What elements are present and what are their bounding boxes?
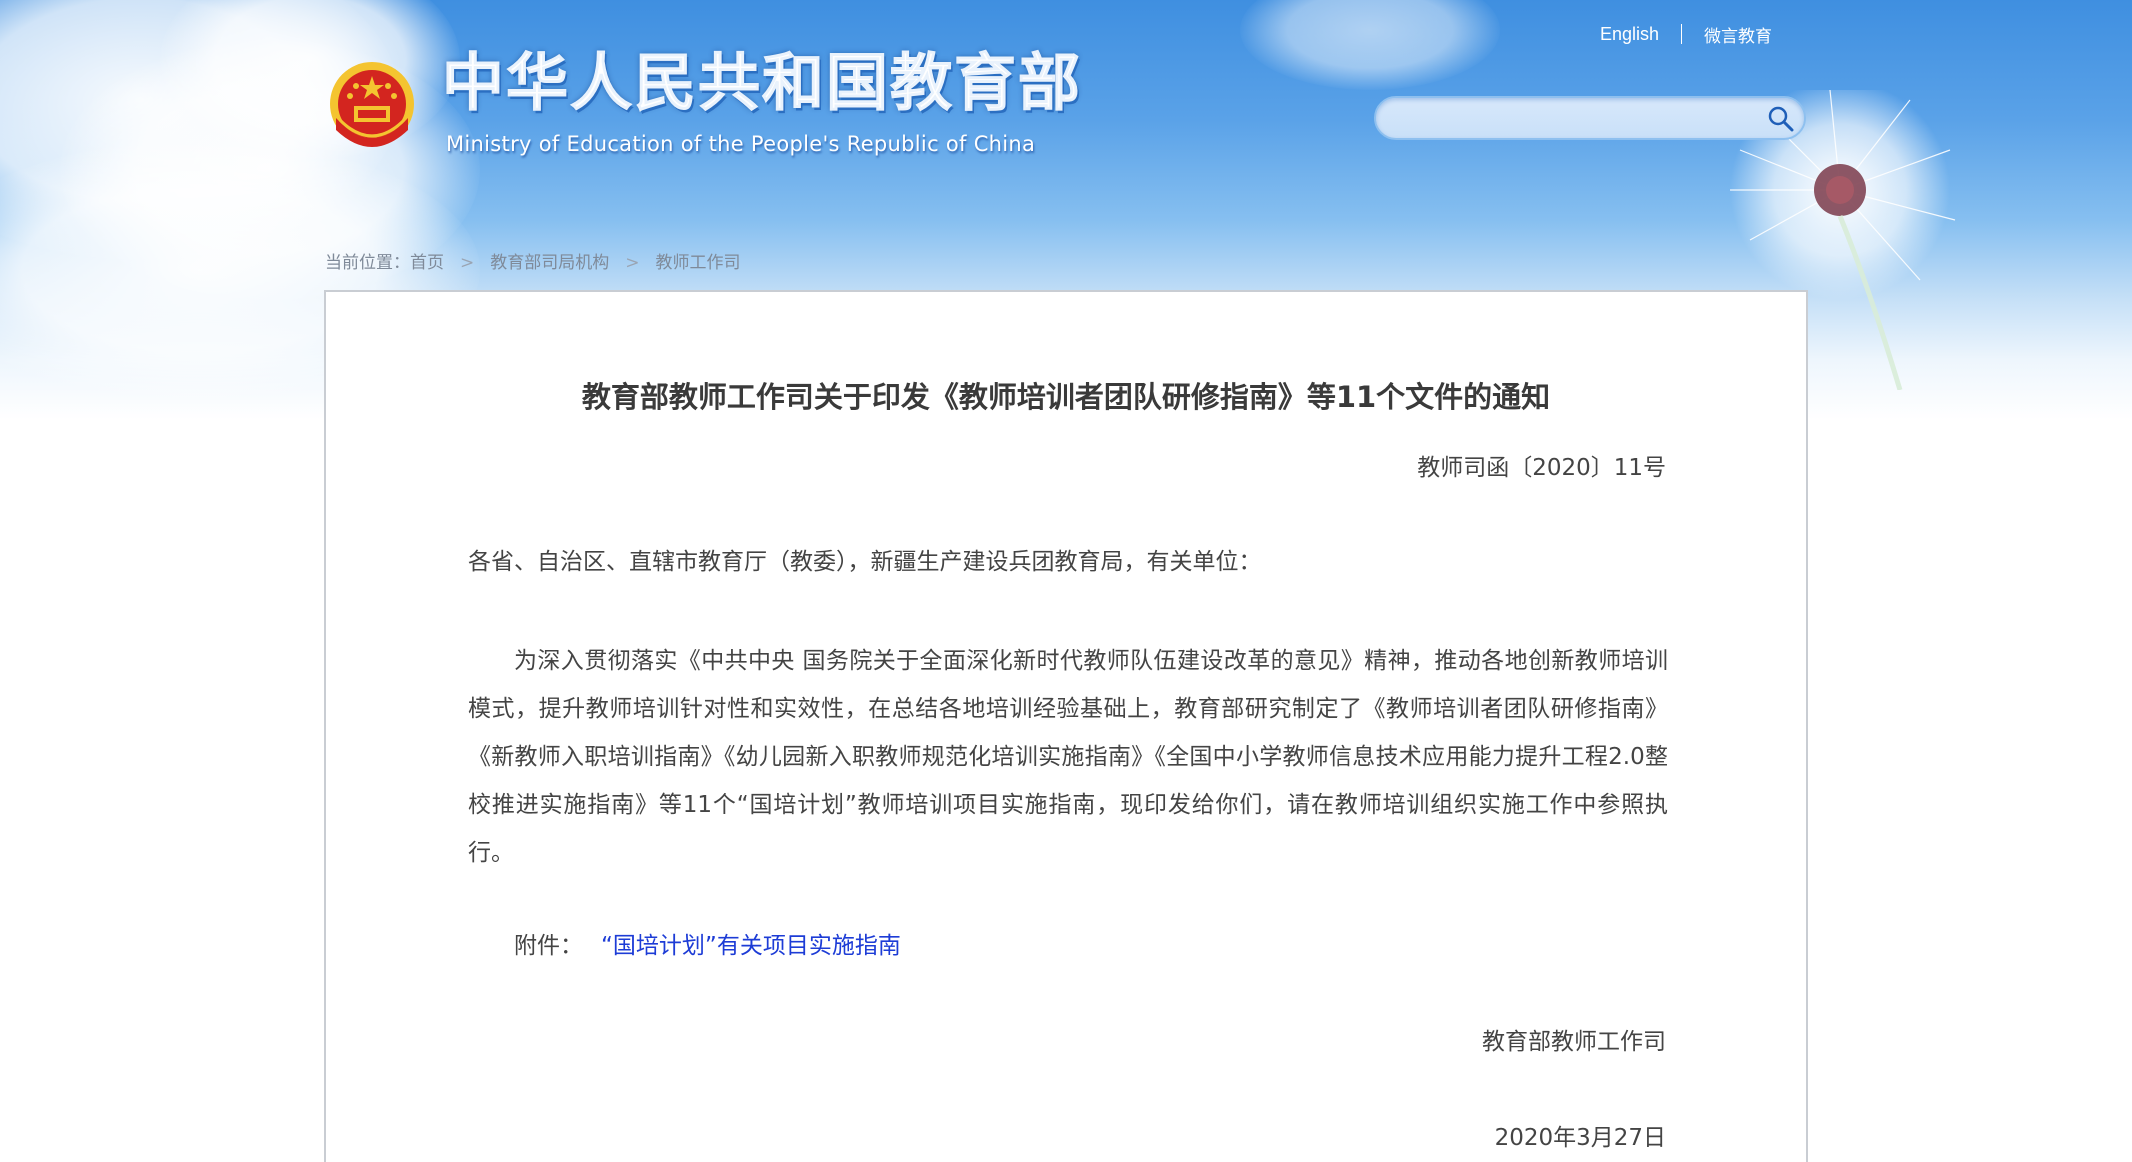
cloud-decoration [1240,0,1500,90]
article-salutation: 各省、自治区、直辖市教育厅（教委），新疆生产建设兵团教育局，有关单位： [468,549,1262,575]
article-signature: 教育部教师工作司 [1482,1029,1666,1055]
breadcrumb-separator: > [625,253,640,273]
breadcrumb: 当前位置：首页 > 教育部司局机构 > 教师工作司 [325,248,741,273]
search-icon[interactable] [1766,104,1796,134]
link-separator [1681,24,1683,44]
attachment-label: 附件： [514,933,583,959]
article-container: 教育部教师工作司关于印发《教师培训者团队研修指南》等11个文件的通知 教师司函〔… [324,290,1808,1162]
document-number: 教师司函〔2020〕11号 [1417,455,1666,481]
weiyan-link[interactable]: 微言教育 [1704,22,1772,47]
breadcrumb-departments[interactable]: 教育部司局机构 [490,253,609,273]
breadcrumb-prefix: 当前位置： [325,253,410,273]
article-body: 为深入贯彻落实《中共中央 国务院关于全面深化新时代教师队伍建设改革的意见》精神，… [468,648,1668,866]
top-links: English 微言教育 [1600,22,1800,47]
page: 中华人民共和国教育部 Ministry of Education of the … [0,0,2132,1162]
breadcrumb-teacher-dept[interactable]: 教师工作司 [656,253,741,273]
site-subtitle: Ministry of Education of the People's Re… [446,132,1036,156]
attachment-link[interactable]: “国培计划”有关项目实施指南 [601,933,901,959]
search-box [1374,96,1806,140]
english-link[interactable]: English [1600,24,1659,45]
breadcrumb-home[interactable]: 首页 [410,253,444,273]
attachment-line: 附件： “国培计划”有关项目实施指南 [514,926,901,960]
national-emblem-icon [330,62,414,147]
site-title: 中华人民共和国教育部 [441,46,1083,119]
breadcrumb-separator: > [460,253,475,273]
article-date: 2020年3月27日 [1494,1125,1666,1151]
search-input[interactable] [1394,104,1748,134]
article-title: 教育部教师工作司关于印发《教师培训者团队研修指南》等11个文件的通知 [581,380,1551,414]
